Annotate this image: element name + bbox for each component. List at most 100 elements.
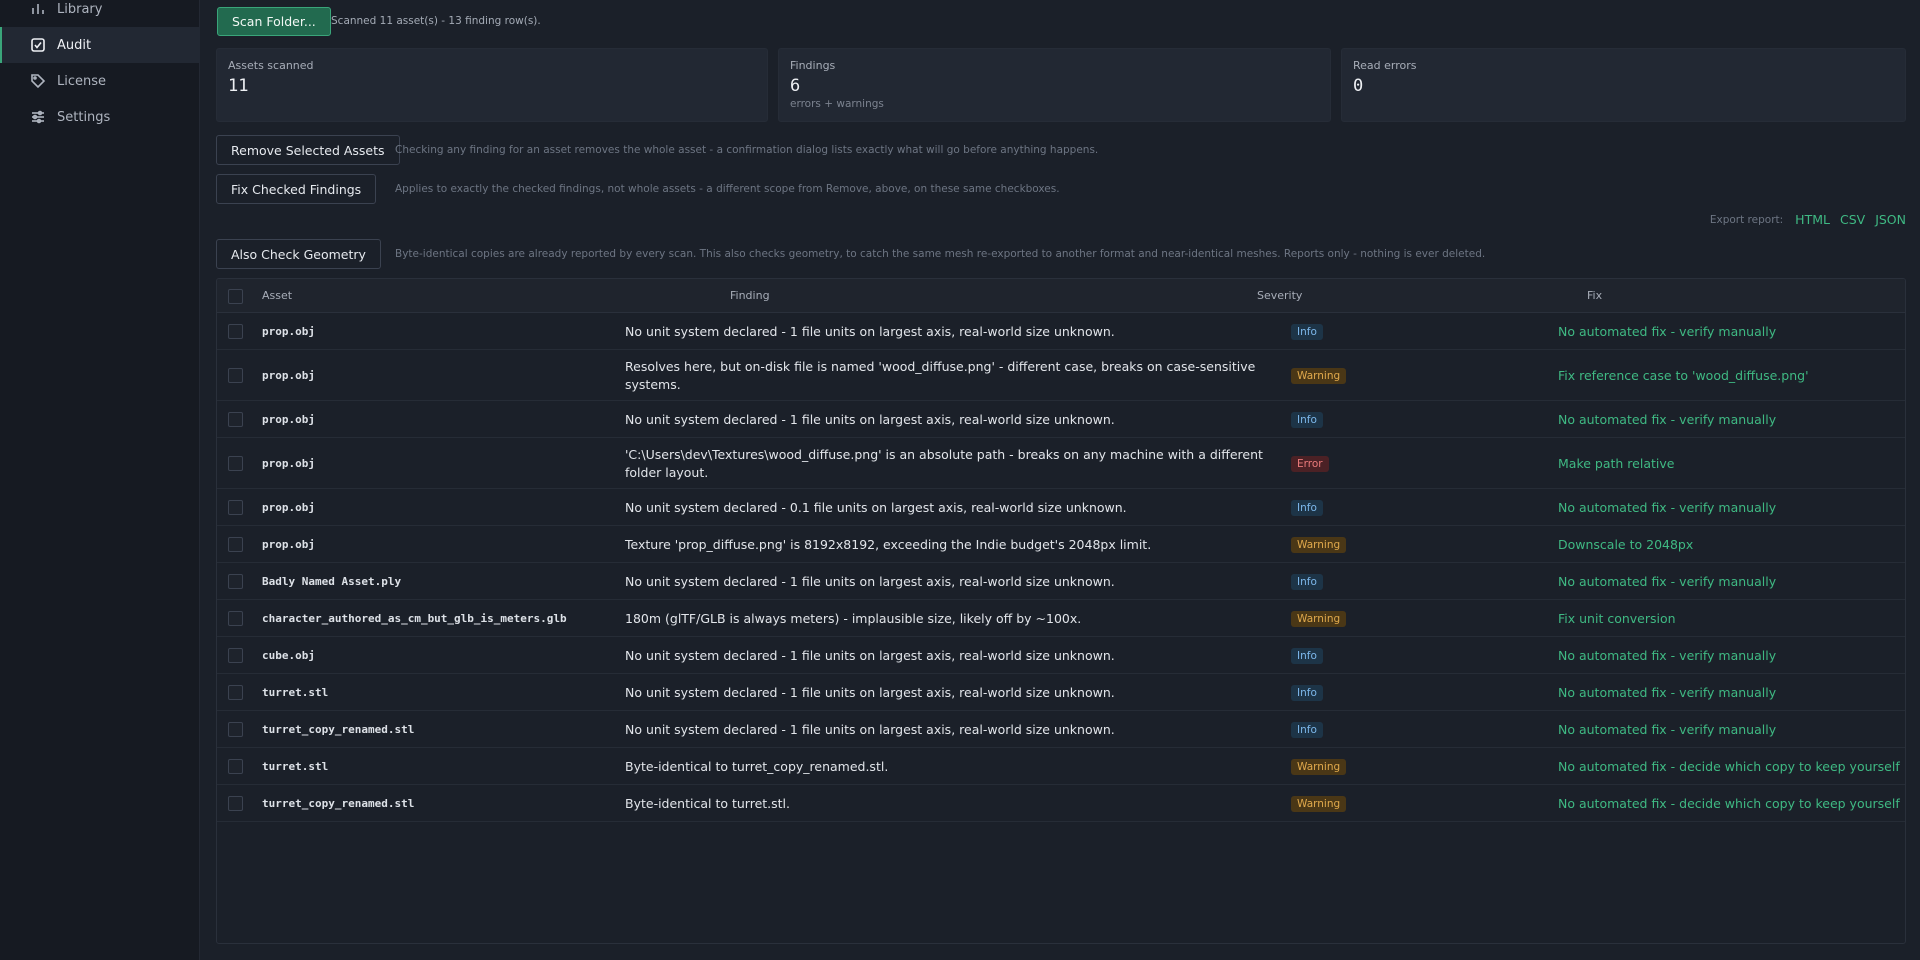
sidebar-item-settings[interactable]: Settings: [0, 99, 200, 135]
row-checkbox[interactable]: [228, 611, 243, 626]
table-body: prop.obj No unit system declared - 1 file…: [217, 313, 1905, 822]
fix-action-link[interactable]: No automated fix - verify manually: [1558, 685, 1776, 700]
fix-cell: No automated fix - verify manually: [1558, 637, 1776, 674]
table-row[interactable]: turret.stl Byte-identical to turret_copy_…: [217, 748, 1905, 785]
table-row[interactable]: turret_copy_renamed.stl No unit system de…: [217, 711, 1905, 748]
asset-cell: prop.obj: [262, 489, 642, 526]
fix-action-link[interactable]: No automated fix - verify manually: [1558, 324, 1776, 339]
sidebar-item-audit[interactable]: Audit: [0, 27, 200, 63]
column-header-fix[interactable]: Fix: [1587, 279, 1602, 313]
fix-action-link[interactable]: Make path relative: [1558, 456, 1674, 471]
export-csv-link[interactable]: CSV: [1840, 212, 1865, 227]
fix-action-link[interactable]: No automated fix - verify manually: [1558, 648, 1776, 663]
row-checkbox[interactable]: [228, 324, 243, 339]
sidebar-item-license[interactable]: License: [0, 63, 200, 99]
severity-badge: Warning: [1291, 758, 1347, 775]
fix-action-link[interactable]: No automated fix - decide which copy to …: [1558, 759, 1900, 774]
fix-cell: No automated fix - decide which copy to …: [1558, 748, 1900, 785]
row-checkbox[interactable]: [228, 368, 243, 383]
fix-action-link[interactable]: No automated fix - verify manually: [1558, 722, 1776, 737]
stat-card-read-errors: Read errors 0: [1341, 48, 1906, 122]
fix-cell: No automated fix - verify manually: [1558, 401, 1776, 438]
table-row[interactable]: prop.obj Resolves here, but on-disk file …: [217, 350, 1905, 401]
severity-cell: Info: [1291, 313, 1323, 350]
scan-folder-button[interactable]: Scan Folder...: [217, 7, 331, 36]
finding-text: No unit system declared - 1 file units o…: [625, 721, 1115, 737]
row-checkbox[interactable]: [228, 796, 243, 811]
severity-cell: Info: [1291, 674, 1323, 711]
table-row[interactable]: prop.obj 'C:\Users\dev\Textures\wood_diff…: [217, 438, 1905, 489]
row-checkbox[interactable]: [228, 537, 243, 552]
table-row[interactable]: character_authored_as_cm_but_glb_is_mete…: [217, 600, 1905, 637]
column-header-finding[interactable]: Finding: [730, 279, 770, 313]
select-all-checkbox[interactable]: [228, 288, 243, 304]
finding-cell: No unit system declared - 0.1 file units…: [625, 489, 1270, 526]
export-json-link[interactable]: JSON: [1875, 212, 1906, 227]
row-select-cell: [228, 711, 243, 748]
column-header-asset[interactable]: Asset: [262, 279, 292, 313]
table-row[interactable]: prop.obj No unit system declared - 0.1 fi…: [217, 489, 1905, 526]
asset-cell: Badly Named Asset.ply: [262, 563, 642, 600]
finding-text: No unit system declared - 0.1 file units…: [625, 499, 1127, 515]
fix-action-link[interactable]: Fix reference case to 'wood_diffuse.png': [1558, 368, 1809, 383]
fix-action-link[interactable]: Fix unit conversion: [1558, 611, 1676, 626]
tag-icon: [30, 73, 46, 89]
severity-cell: Warning: [1291, 526, 1347, 563]
asset-name: Badly Named Asset.ply: [262, 575, 402, 588]
finding-text: Byte-identical to turret_copy_renamed.st…: [625, 758, 889, 774]
scan-status: Scanned 11 asset(s) - 13 finding row(s).: [331, 15, 541, 27]
severity-badge: Info: [1291, 684, 1323, 701]
finding-cell: No unit system declared - 1 file units o…: [625, 401, 1270, 438]
finding-cell: 'C:\Users\dev\Textures\wood_diffuse.png'…: [625, 438, 1270, 489]
table-row[interactable]: Badly Named Asset.ply No unit system decl…: [217, 563, 1905, 600]
asset-cell: prop.obj: [262, 313, 642, 350]
row-select-cell: [228, 350, 243, 401]
row-checkbox[interactable]: [228, 500, 243, 515]
remove-selected-assets-button[interactable]: Remove Selected Assets: [216, 135, 400, 165]
asset-name: cube.obj: [262, 649, 315, 662]
export-label: Export report:: [1709, 213, 1784, 226]
column-header-severity[interactable]: Severity: [1257, 279, 1302, 313]
row-select-cell: [228, 438, 243, 489]
severity-cell: Warning: [1291, 748, 1347, 785]
finding-cell: Byte-identical to turret_copy_renamed.st…: [625, 748, 1270, 785]
fix-action-link[interactable]: No automated fix - decide which copy to …: [1558, 796, 1900, 811]
fix-cell: No automated fix - verify manually: [1558, 711, 1776, 748]
row-checkbox[interactable]: [228, 456, 243, 471]
table-row[interactable]: turret.stl No unit system declared - 1 fi…: [217, 674, 1905, 711]
row-select-cell: [228, 748, 243, 785]
fix-action-link[interactable]: No automated fix - verify manually: [1558, 412, 1776, 427]
row-checkbox[interactable]: [228, 574, 243, 589]
sidebar-item-library[interactable]: Library: [0, 0, 200, 27]
row-checkbox[interactable]: [228, 759, 243, 774]
fix-checked-findings-button[interactable]: Fix Checked Findings: [216, 174, 377, 204]
export-html-link[interactable]: HTML: [1795, 212, 1830, 227]
table-row[interactable]: cube.obj No unit system declared - 1 file…: [217, 637, 1905, 674]
finding-text: 180m (glTF/GLB is always meters) - impla…: [625, 610, 1082, 626]
table-row[interactable]: prop.obj No unit system declared - 1 file…: [217, 401, 1905, 438]
row-checkbox[interactable]: [228, 685, 243, 700]
severity-badge: Warning: [1291, 367, 1347, 384]
asset-cell: prop.obj: [262, 526, 642, 563]
fix-action-link[interactable]: Downscale to 2048px: [1558, 537, 1693, 552]
severity-cell: Error: [1291, 438, 1329, 489]
table-row[interactable]: turret_copy_renamed.stl Byte-identical to…: [217, 785, 1905, 822]
severity-badge: Info: [1291, 411, 1323, 428]
finding-text: Texture 'prop_diffuse.png' is 8192x8192,…: [625, 536, 1152, 552]
asset-cell: turret_copy_renamed.stl: [262, 711, 642, 748]
fix-action-link[interactable]: No automated fix - verify manually: [1558, 500, 1776, 515]
severity-badge: Info: [1291, 721, 1323, 738]
table-row[interactable]: prop.obj No unit system declared - 1 file…: [217, 313, 1905, 350]
table-header: Asset Finding Severity Fix: [217, 279, 1905, 313]
finding-text: Resolves here, but on-disk file is named…: [625, 358, 1256, 392]
severity-cell: Warning: [1291, 600, 1347, 637]
severity-cell: Warning: [1291, 785, 1347, 822]
row-checkbox[interactable]: [228, 648, 243, 663]
asset-cell: prop.obj: [262, 401, 642, 438]
fix-action-link[interactable]: No automated fix - verify manually: [1558, 574, 1776, 589]
table-row[interactable]: prop.obj Texture 'prop_diffuse.png' is 81…: [217, 526, 1905, 563]
severity-badge: Info: [1291, 499, 1323, 516]
also-check-geometry-button[interactable]: Also Check Geometry: [216, 239, 381, 269]
row-checkbox[interactable]: [228, 722, 243, 737]
row-checkbox[interactable]: [228, 412, 243, 427]
